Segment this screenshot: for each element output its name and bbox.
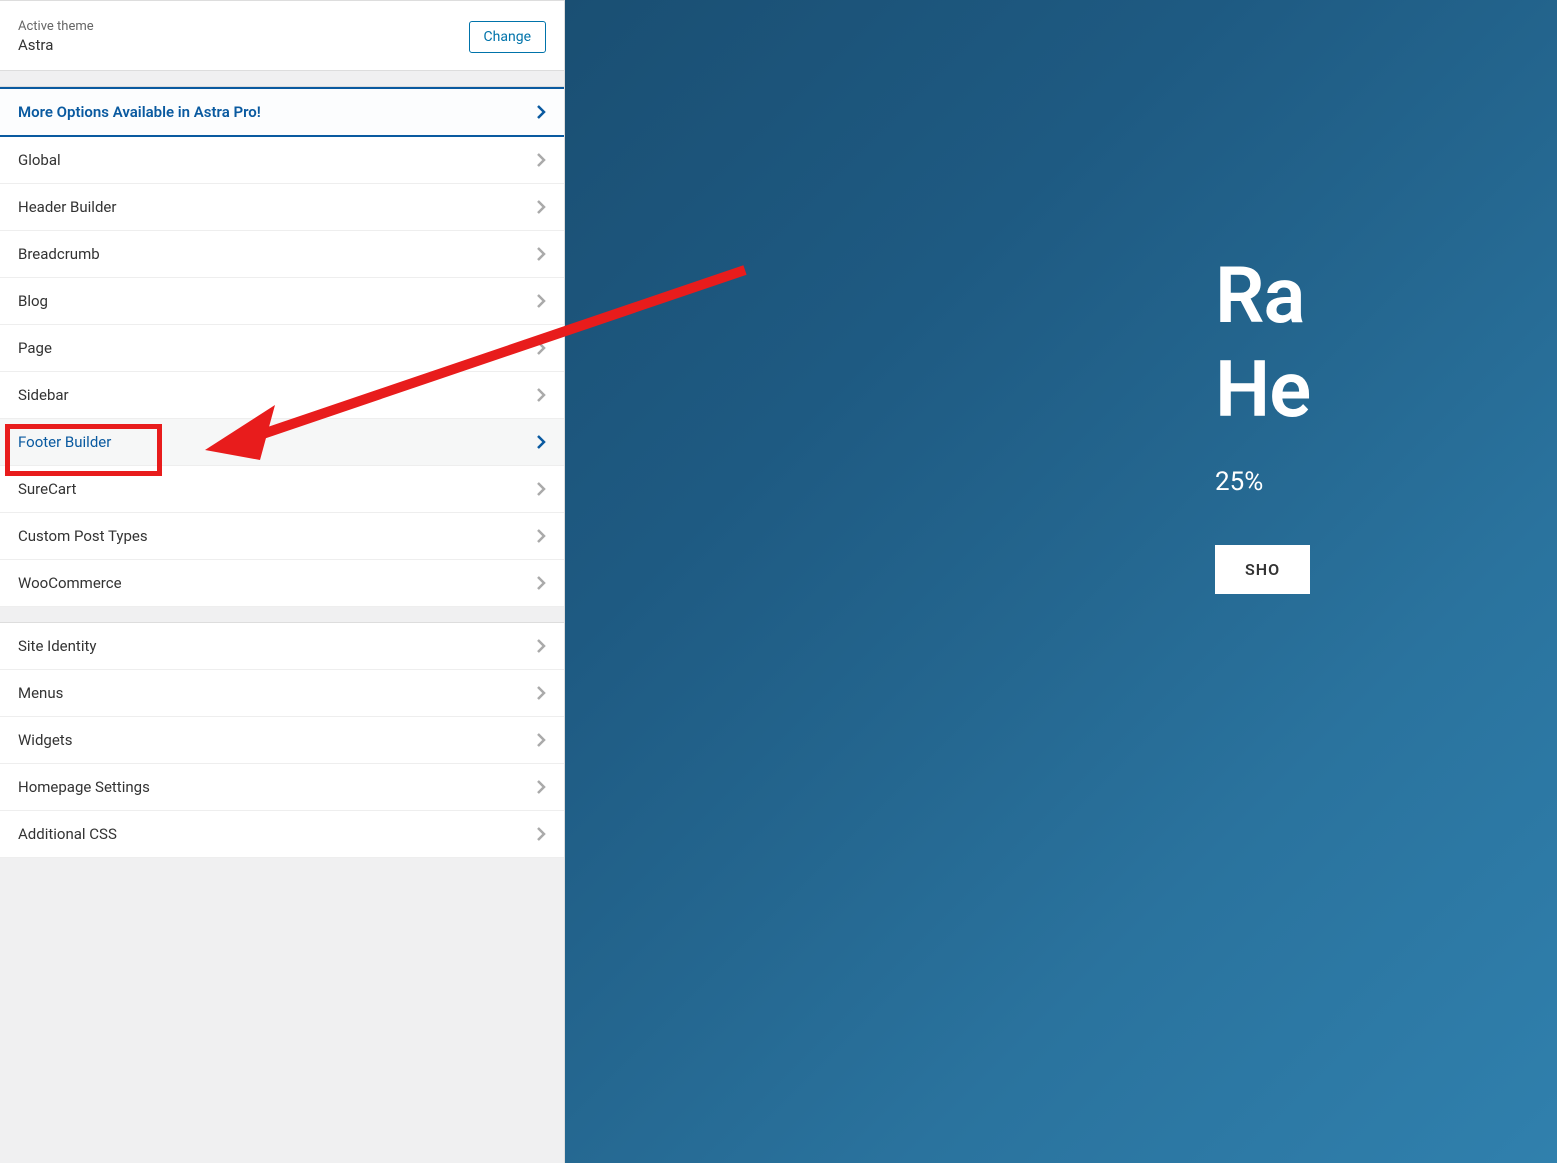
chevron-right-icon: [536, 434, 546, 450]
menu-label: SureCart: [18, 480, 76, 498]
menu-label: Header Builder: [18, 198, 116, 216]
chevron-right-icon: [536, 246, 546, 262]
theme-header: Active theme Astra Change: [0, 0, 564, 71]
menu-label: Blog: [18, 292, 48, 310]
hero-cta-button[interactable]: SHO: [1215, 545, 1310, 594]
menu-item-footer-builder[interactable]: Footer Builder: [0, 419, 564, 466]
menu-item-astra-pro[interactable]: More Options Available in Astra Pro!: [0, 87, 564, 137]
menu-label: More Options Available in Astra Pro!: [18, 103, 261, 121]
chevron-right-icon: [536, 575, 546, 591]
chevron-right-icon: [536, 732, 546, 748]
section-spacer: [0, 71, 564, 87]
menu-item-global[interactable]: Global: [0, 137, 564, 184]
menu-item-woocommerce[interactable]: WooCommerce: [0, 560, 564, 607]
menu-label: WooCommerce: [18, 574, 122, 592]
menu-item-homepage-settings[interactable]: Homepage Settings: [0, 764, 564, 811]
chevron-right-icon: [536, 104, 546, 120]
site-preview: Ra He 25% SHO: [565, 0, 1557, 1163]
chevron-right-icon: [536, 779, 546, 795]
menu-item-site-identity[interactable]: Site Identity: [0, 623, 564, 670]
menu-item-breadcrumb[interactable]: Breadcrumb: [0, 231, 564, 278]
menu-label: Global: [18, 151, 61, 169]
chevron-right-icon: [536, 387, 546, 403]
menu-label: Widgets: [18, 731, 72, 749]
menu-label: Breadcrumb: [18, 245, 100, 263]
hero-title-line1: Ra: [1215, 251, 1304, 342]
hero-title: Ra He: [1215, 250, 1310, 437]
menu-item-additional-css[interactable]: Additional CSS: [0, 811, 564, 858]
active-theme-label: Active theme: [18, 19, 94, 34]
chevron-right-icon: [536, 199, 546, 215]
menu-label: Footer Builder: [18, 433, 111, 451]
section-spacer: [0, 607, 564, 623]
chevron-right-icon: [536, 685, 546, 701]
menu-label: Additional CSS: [18, 825, 117, 843]
menu-item-header-builder[interactable]: Header Builder: [0, 184, 564, 231]
chevron-right-icon: [536, 638, 546, 654]
theme-info: Active theme Astra: [18, 19, 94, 54]
menu-group-1: Site Identity Menus Widgets Homepage Set…: [0, 623, 564, 858]
menu-label: Site Identity: [18, 637, 96, 655]
menu-group-0: More Options Available in Astra Pro! Glo…: [0, 87, 564, 607]
chevron-right-icon: [536, 826, 546, 842]
sidebar-filler: [0, 858, 564, 1163]
customizer-sidebar: Active theme Astra Change More Options A…: [0, 0, 565, 1163]
chevron-right-icon: [536, 528, 546, 544]
hero-subtitle: 25%: [1215, 467, 1310, 497]
menu-label: Homepage Settings: [18, 778, 150, 796]
hero-text: Ra He 25%: [1215, 250, 1310, 497]
menu-item-menus[interactable]: Menus: [0, 670, 564, 717]
chevron-right-icon: [536, 481, 546, 497]
menu-label: Page: [18, 339, 52, 357]
menu-label: Custom Post Types: [18, 527, 148, 545]
active-theme-name: Astra: [18, 36, 94, 54]
menu-item-blog[interactable]: Blog: [0, 278, 564, 325]
menu-item-page[interactable]: Page: [0, 325, 564, 372]
chevron-right-icon: [536, 152, 546, 168]
chevron-right-icon: [536, 340, 546, 356]
menu-label: Menus: [18, 684, 63, 702]
menu-item-widgets[interactable]: Widgets: [0, 717, 564, 764]
hero-title-line2: He: [1215, 345, 1310, 436]
menu-item-surecart[interactable]: SureCart: [0, 466, 564, 513]
chevron-right-icon: [536, 293, 546, 309]
menu-item-sidebar[interactable]: Sidebar: [0, 372, 564, 419]
change-theme-button[interactable]: Change: [469, 21, 546, 53]
menu-label: Sidebar: [18, 386, 69, 404]
menu-item-custom-post-types[interactable]: Custom Post Types: [0, 513, 564, 560]
